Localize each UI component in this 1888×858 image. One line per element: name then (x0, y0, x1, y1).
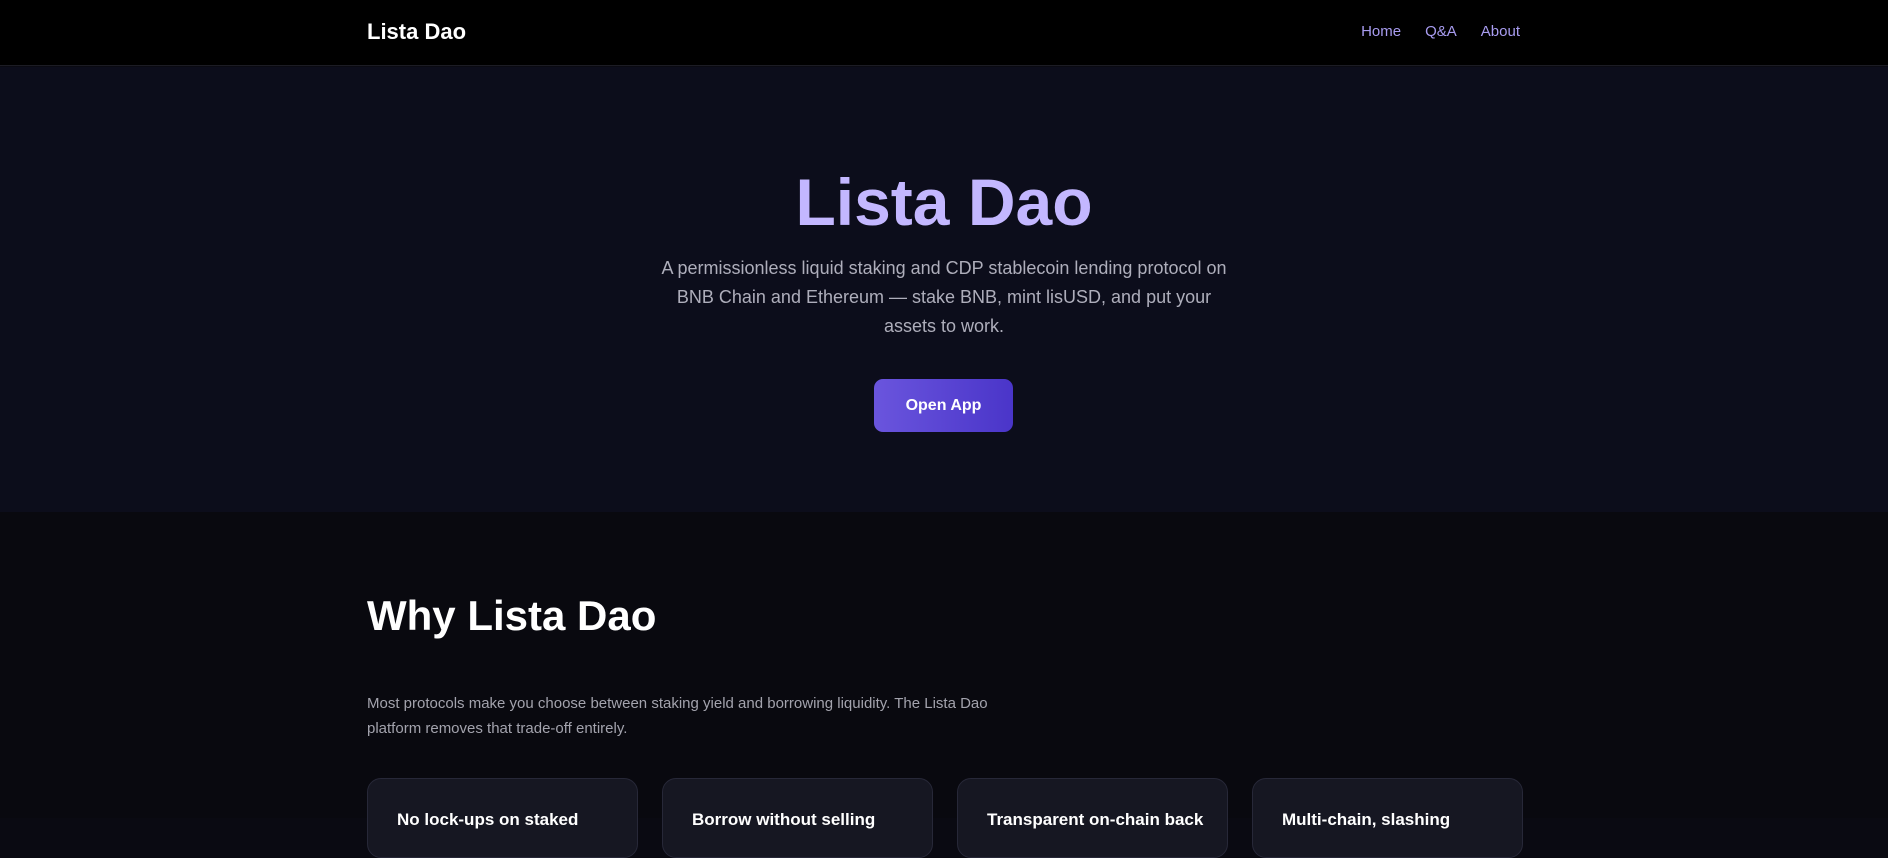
hero-subtitle: A permissionless liquid staking and CDP … (661, 258, 1227, 336)
feature-card[interactable]: No lock-ups on staked (367, 778, 638, 858)
feature-card[interactable]: Transparent on-chain back (957, 778, 1228, 858)
hero-title: Lista Dao (795, 165, 1093, 239)
feature-card[interactable]: Multi-chain, slashing (1252, 778, 1523, 858)
feature-card-title: Multi-chain, slashing (1282, 810, 1451, 829)
feature-card-title: No lock-ups on staked (397, 810, 579, 829)
feature-card[interactable]: Borrow without selling (662, 778, 933, 858)
open-app-button[interactable]: Open App (874, 379, 1013, 432)
hero-section: Lista Dao A permissionless liquid stakin… (0, 67, 1888, 512)
main-nav: Home Q&A About (1361, 23, 1520, 41)
top-navbar: Lista Dao Home Q&A About (0, 0, 1888, 66)
why-section: Why Lista Dao Most protocols make you ch… (0, 512, 1888, 858)
nav-link-qa[interactable]: Q&A (1425, 23, 1457, 41)
feature-cards: No lock-ups on staked Borrow without sel… (367, 778, 1523, 858)
why-section-title: Why Lista Dao (367, 592, 657, 639)
nav-link-about[interactable]: About (1481, 23, 1520, 41)
brand-logo-text[interactable]: Lista Dao (367, 20, 466, 44)
feature-card-title: Transparent on-chain back (987, 810, 1204, 829)
nav-link-home[interactable]: Home (1361, 23, 1401, 41)
why-section-description: Most protocols make you choose between s… (367, 695, 988, 737)
feature-card-title: Borrow without selling (692, 810, 876, 829)
